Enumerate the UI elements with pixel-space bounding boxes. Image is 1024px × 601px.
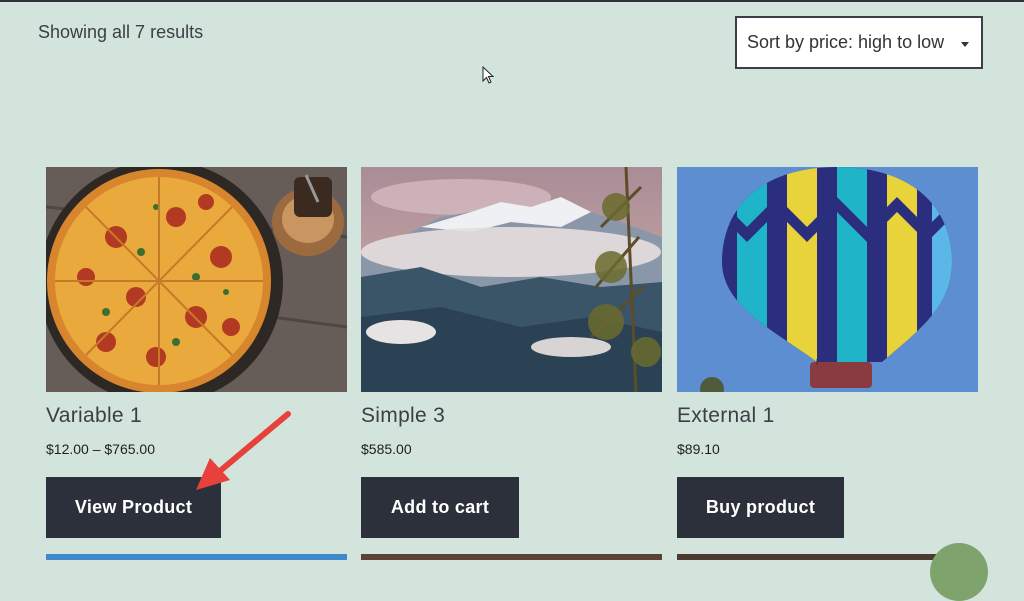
product-image-row2-2[interactable] bbox=[361, 554, 662, 560]
product-image-mountains[interactable] bbox=[361, 167, 662, 392]
floating-action-button[interactable] bbox=[930, 543, 988, 601]
product-image-hot-air-balloon[interactable] bbox=[677, 167, 978, 392]
product-title[interactable]: Variable 1 bbox=[46, 404, 142, 428]
product-image-row2-1[interactable] bbox=[46, 554, 347, 560]
mouse-cursor-icon bbox=[482, 66, 495, 84]
product-card-simple-3: Simple 3 $585.00 Add to cart bbox=[361, 167, 662, 538]
product-card-variable-1: Variable 1 $12.00 – $765.00 View Product bbox=[46, 167, 347, 538]
sort-dropdown[interactable]: Sort by price: high to low bbox=[735, 16, 983, 69]
top-border bbox=[0, 0, 1024, 2]
caret-down-icon bbox=[961, 42, 969, 47]
annotation-arrow-icon bbox=[196, 411, 291, 490]
product-title[interactable]: External 1 bbox=[677, 404, 775, 428]
add-to-cart-button[interactable]: Add to cart bbox=[361, 477, 519, 538]
product-price: $89.10 bbox=[677, 441, 720, 457]
buy-product-button[interactable]: Buy product bbox=[677, 477, 844, 538]
product-card-external-1: External 1 $89.10 Buy product bbox=[677, 167, 978, 538]
product-price: $585.00 bbox=[361, 441, 412, 457]
sort-dropdown-value: Sort by price: high to low bbox=[747, 32, 945, 52]
product-title[interactable]: Simple 3 bbox=[361, 404, 445, 428]
product-price: $12.00 – $765.00 bbox=[46, 441, 155, 457]
product-image-pizza[interactable] bbox=[46, 167, 347, 392]
result-count: Showing all 7 results bbox=[38, 22, 204, 42]
